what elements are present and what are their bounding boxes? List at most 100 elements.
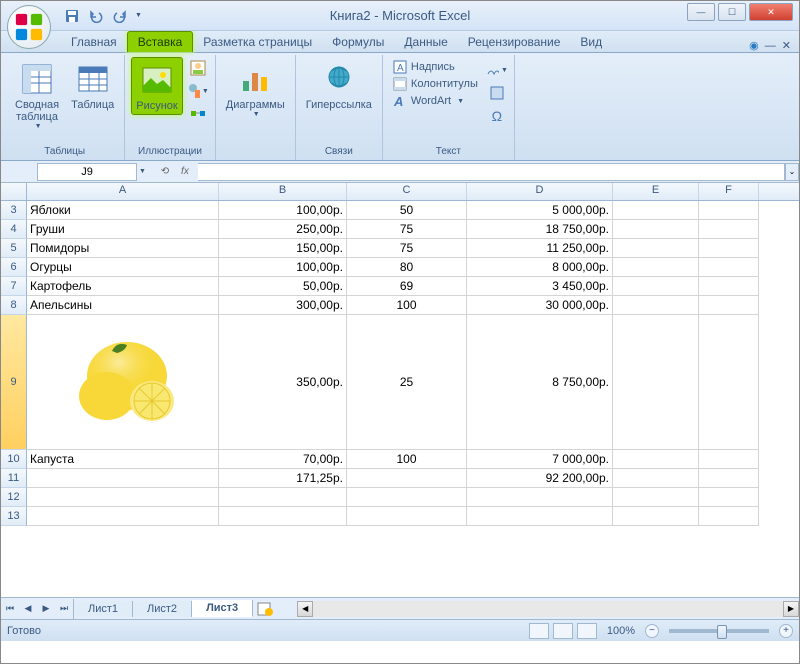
cell-F5[interactable] [699, 239, 759, 258]
cell-A3[interactable]: Яблоки [27, 201, 219, 220]
tab-home[interactable]: Главная [61, 32, 127, 52]
cell-F7[interactable] [699, 277, 759, 296]
lemon-image[interactable] [57, 321, 197, 441]
cell-D10[interactable]: 7 000,00р. [467, 450, 613, 469]
cell-E4[interactable] [613, 220, 699, 239]
column-header-F[interactable]: F [699, 183, 759, 200]
cancel-formula-button[interactable]: ⟲ [156, 163, 174, 181]
column-header-A[interactable]: A [27, 183, 219, 200]
cell-F4[interactable] [699, 220, 759, 239]
cell-B8[interactable]: 300,00р. [219, 296, 347, 315]
minimize-button[interactable]: — [687, 3, 715, 21]
cell-C8[interactable]: 100 [347, 296, 467, 315]
sheet-tab-2[interactable]: Лист2 [133, 601, 192, 617]
cell-B3[interactable]: 100,00р. [219, 201, 347, 220]
cell-E6[interactable] [613, 258, 699, 277]
cell-D5[interactable]: 11 250,00р. [467, 239, 613, 258]
zoom-level[interactable]: 100% [607, 625, 635, 637]
cell-C7[interactable]: 69 [347, 277, 467, 296]
cell-D4[interactable]: 18 750,00р. [467, 220, 613, 239]
shapes-button[interactable]: ▼ [187, 80, 209, 102]
cell-F11[interactable] [699, 469, 759, 488]
charts-button[interactable]: Диаграммы ▼ [222, 57, 289, 120]
cell-F10[interactable] [699, 450, 759, 469]
close-button[interactable]: ✕ [749, 3, 793, 21]
undo-button[interactable] [85, 5, 107, 27]
row-header-8[interactable]: 8 [1, 296, 27, 315]
page-layout-view-button[interactable] [553, 623, 573, 639]
symbol-button[interactable]: Ω [486, 105, 508, 127]
cell-D13[interactable] [467, 507, 613, 526]
prev-sheet-button[interactable]: ◀ [19, 599, 37, 619]
zoom-slider[interactable] [669, 629, 769, 633]
office-button[interactable] [7, 5, 51, 49]
tab-data[interactable]: Данные [394, 32, 457, 52]
maximize-button[interactable]: ☐ [718, 3, 746, 21]
fx-button[interactable]: fx [176, 163, 194, 181]
cell-B7[interactable]: 50,00р. [219, 277, 347, 296]
cell-C10[interactable]: 100 [347, 450, 467, 469]
cell-D7[interactable]: 3 450,00р. [467, 277, 613, 296]
column-header-D[interactable]: D [467, 183, 613, 200]
cell-D9[interactable]: 8 750,00р. [467, 315, 613, 450]
row-header-13[interactable]: 13 [1, 507, 27, 526]
row-header-3[interactable]: 3 [1, 201, 27, 220]
select-all-corner[interactable] [1, 183, 27, 200]
cell-E9[interactable] [613, 315, 699, 450]
cell-E5[interactable] [613, 239, 699, 258]
cell-A8[interactable]: Апельсины [27, 296, 219, 315]
row-header-9[interactable]: 9 [1, 315, 27, 450]
cell-C13[interactable] [347, 507, 467, 526]
cell-A9[interactable] [27, 315, 219, 450]
cell-C5[interactable]: 75 [347, 239, 467, 258]
row-header-11[interactable]: 11 [1, 469, 27, 488]
cell-A4[interactable]: Груши [27, 220, 219, 239]
cell-E12[interactable] [613, 488, 699, 507]
cell-C6[interactable]: 80 [347, 258, 467, 277]
cell-F12[interactable] [699, 488, 759, 507]
row-header-7[interactable]: 7 [1, 277, 27, 296]
cell-E3[interactable] [613, 201, 699, 220]
formula-input[interactable] [198, 163, 785, 181]
sheet-tab-3[interactable]: Лист3 [192, 600, 253, 617]
cell-F13[interactable] [699, 507, 759, 526]
cell-C9[interactable]: 25 [347, 315, 467, 450]
cell-E8[interactable] [613, 296, 699, 315]
cell-D6[interactable]: 8 000,00р. [467, 258, 613, 277]
horizontal-scrollbar[interactable]: ◀ ▶ [297, 601, 799, 617]
cell-E13[interactable] [613, 507, 699, 526]
cell-E11[interactable] [613, 469, 699, 488]
clipart-button[interactable] [187, 57, 209, 79]
cell-D3[interactable]: 5 000,00р. [467, 201, 613, 220]
cell-B4[interactable]: 250,00р. [219, 220, 347, 239]
cell-A10[interactable]: Капуста [27, 450, 219, 469]
cell-F3[interactable] [699, 201, 759, 220]
cell-B9[interactable]: 350,00р. [219, 315, 347, 450]
cell-A11[interactable] [27, 469, 219, 488]
cell-B13[interactable] [219, 507, 347, 526]
tab-review[interactable]: Рецензирование [458, 32, 571, 52]
row-header-6[interactable]: 6 [1, 258, 27, 277]
sheet-tab-1[interactable]: Лист1 [74, 601, 133, 617]
cell-D8[interactable]: 30 000,00р. [467, 296, 613, 315]
first-sheet-button[interactable]: ⏮ [1, 599, 19, 619]
cell-F9[interactable] [699, 315, 759, 450]
cell-B12[interactable] [219, 488, 347, 507]
name-box[interactable]: J9 [37, 163, 137, 181]
hyperlink-button[interactable]: Гиперссылка [302, 57, 376, 113]
namebox-dropdown-icon[interactable]: ▼ [139, 168, 146, 175]
tab-view[interactable]: Вид [570, 32, 612, 52]
cell-C12[interactable] [347, 488, 467, 507]
last-sheet-button[interactable]: ⏭ [55, 599, 73, 619]
cell-A7[interactable]: Картофель [27, 277, 219, 296]
column-header-B[interactable]: B [219, 183, 347, 200]
column-header-C[interactable]: C [347, 183, 467, 200]
row-header-4[interactable]: 4 [1, 220, 27, 239]
cell-A5[interactable]: Помидоры [27, 239, 219, 258]
cell-C3[interactable]: 50 [347, 201, 467, 220]
column-header-E[interactable]: E [613, 183, 699, 200]
row-header-10[interactable]: 10 [1, 450, 27, 469]
tab-formulas[interactable]: Формулы [322, 32, 394, 52]
cell-D12[interactable] [467, 488, 613, 507]
cell-F6[interactable] [699, 258, 759, 277]
